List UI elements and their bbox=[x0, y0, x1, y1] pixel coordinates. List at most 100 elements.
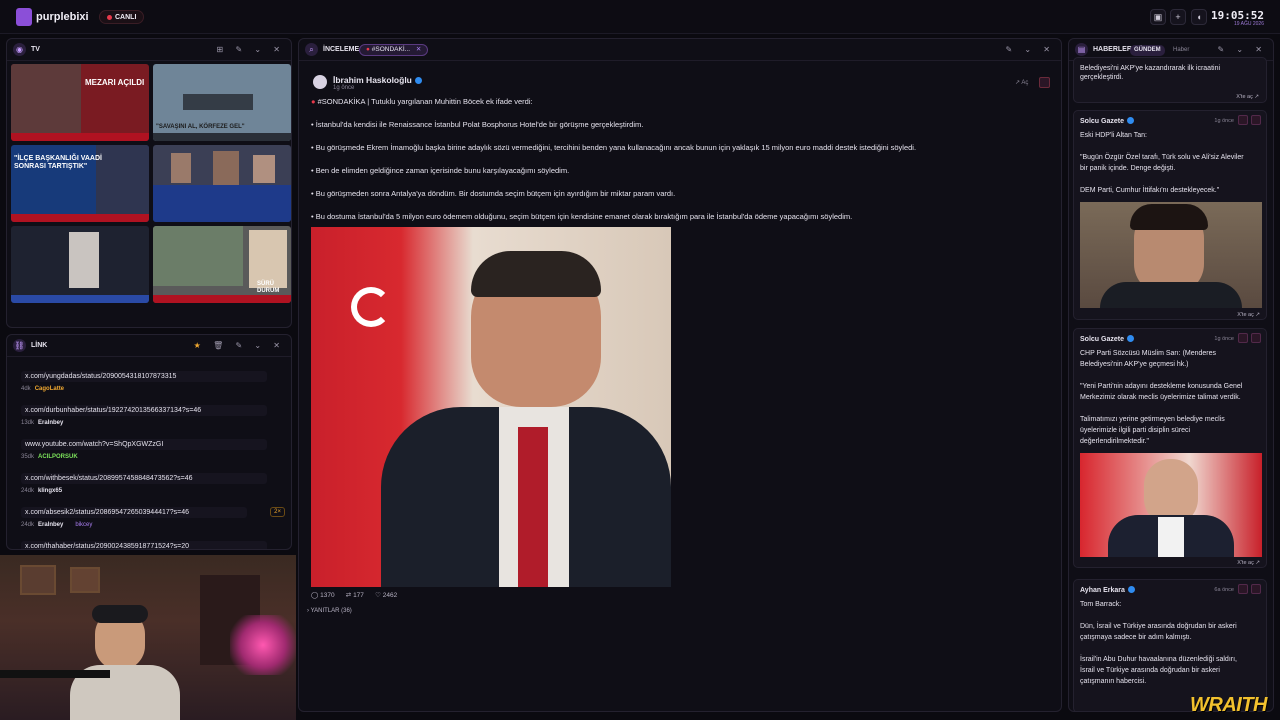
tv-feed-caption: MEZARI AÇILDI bbox=[85, 78, 145, 87]
replies-count[interactable]: ◯ 1370 bbox=[311, 592, 335, 599]
haberler-panel: ▤ HABERLER GÜNDEM Haber ✎ ⌄ ✕ Belediyesi… bbox=[1068, 38, 1274, 712]
news-icon: ▤ bbox=[1075, 43, 1088, 56]
news-line: Talimatımızı yerine getirmeyen belediye … bbox=[1080, 416, 1225, 423]
news-line: Dün, İsrail ve Türkiye arasında doğrudan… bbox=[1080, 623, 1237, 630]
news-line: gerçekleştirdi. bbox=[1080, 74, 1124, 81]
flag-icon[interactable] bbox=[1251, 584, 1261, 594]
tv-panel-title: TV bbox=[31, 46, 40, 53]
link-icon: ⛓ bbox=[13, 339, 26, 352]
news-line: "Yeni Parti'nin adayını destekleme konus… bbox=[1080, 383, 1243, 390]
link-user: Eralnbey bbox=[38, 420, 64, 426]
haberler-panel-title: HABERLER bbox=[1093, 46, 1132, 53]
tv-feed-3[interactable]: "İLÇE BAŞKANLIĞI VAADİ SONRASI TARTIŞTIK… bbox=[11, 145, 149, 222]
tv-feed-caption: "SAVAŞINI AL, KÖRFEZE GEL" bbox=[156, 124, 245, 130]
link-panel: ⛓ LİNK ★ 🗑 ✎ ⌄ ✕ x.com/yungdadas/status/… bbox=[6, 334, 292, 550]
link-extra-user: bikcey bbox=[75, 522, 93, 528]
flag-icon[interactable] bbox=[1251, 333, 1261, 343]
close-icon: ✕ bbox=[415, 46, 422, 53]
tab-gundem[interactable]: GÜNDEM bbox=[1130, 45, 1165, 56]
tv-panel-header: ◉ TV ⊞ ✎ ⌄ ✕ bbox=[7, 39, 291, 61]
inceleme-panel-controls[interactable]: ✎ ⌄ ✕ bbox=[1005, 45, 1055, 54]
link-url[interactable]: x.com/thahaber/status/209002438591877152… bbox=[21, 541, 267, 549]
news-image[interactable] bbox=[1080, 453, 1262, 557]
link-item[interactable]: x.com/durbunhaber/status/192274201356633… bbox=[15, 402, 291, 432]
link-url[interactable]: x.com/withbesek/status/20899574588484735… bbox=[21, 473, 267, 484]
link-url[interactable]: www.youtube.com/watch?v=ShQpXGWZzGI bbox=[21, 439, 267, 450]
post-line: • Bu görüşmeden sonra Antalya'ya döndüm.… bbox=[311, 189, 676, 198]
avatar[interactable] bbox=[313, 75, 327, 89]
news-source[interactable]: Solcu Gazete bbox=[1080, 117, 1134, 125]
verified-icon bbox=[1126, 335, 1134, 342]
plus-icon[interactable]: + bbox=[1170, 9, 1186, 25]
image-icon[interactable]: ▣ bbox=[1150, 9, 1166, 25]
news-card: Ayhan Erkara 6a önce Tom Barrack: Dün, İ… bbox=[1073, 579, 1267, 711]
news-source[interactable]: Solcu Gazete bbox=[1080, 335, 1134, 343]
news-card: Solcu Gazete 1g önce Eski HDP'li Altan T… bbox=[1073, 110, 1267, 320]
live-dot-icon bbox=[107, 14, 112, 20]
news-image[interactable] bbox=[1080, 202, 1262, 308]
tv-feed-6[interactable]: SÜRÜ DURUM bbox=[153, 226, 291, 303]
open-link[interactable]: ↗ Aç bbox=[1015, 79, 1028, 86]
post-line: • Ben de elimden geldiğince zaman içeris… bbox=[311, 166, 570, 175]
link-item[interactable]: www.youtube.com/watch?v=ShQpXGWZzGI 35dk… bbox=[15, 436, 291, 466]
tv-feed-5[interactable] bbox=[11, 226, 149, 303]
news-line: üyelerimizle ilgili parti disiplin sürec… bbox=[1080, 427, 1191, 434]
post-time: 1g önce bbox=[333, 85, 355, 91]
bookmark-icon[interactable] bbox=[1238, 115, 1248, 125]
tag-chip[interactable]: ● #SONDAKİ... ✕ bbox=[359, 44, 429, 56]
link-user: ACILPORSUK bbox=[38, 454, 78, 460]
red-circle-icon: ● bbox=[311, 97, 318, 106]
likes-count[interactable]: ♡ 2462 bbox=[375, 592, 397, 599]
link-url[interactable]: x.com/absesik2/status/208695472650394441… bbox=[21, 507, 247, 518]
webcam-feed bbox=[0, 555, 296, 720]
link-item[interactable]: x.com/absesik2/status/208695472650394441… bbox=[15, 504, 291, 534]
top-bar: purplebixi CANLI ▣ + ◖ 19:05:52 19 AĞU 2… bbox=[0, 0, 1280, 34]
flag-icon[interactable] bbox=[1251, 115, 1261, 125]
link-item[interactable]: x.com/thahaber/status/209002438591877152… bbox=[15, 538, 291, 549]
link-item[interactable]: x.com/yungdadas/status/20900543181078733… bbox=[15, 368, 291, 398]
tv-feed-caption: "İLÇE BAŞKANLIĞI VAADİ SONRASI TARTIŞTIK… bbox=[14, 155, 102, 170]
news-line: Merkezimiz olarak meclis üyelerimize tal… bbox=[1080, 394, 1241, 401]
news-line: çatışmanın habercisi. bbox=[1080, 678, 1147, 685]
post-author[interactable]: İbrahim Haskoloğlu bbox=[333, 75, 422, 85]
news-time: 1g önce bbox=[1214, 118, 1234, 124]
live-label: CANLI bbox=[115, 13, 137, 21]
volume-icon[interactable]: ◖ bbox=[1191, 9, 1207, 25]
tv-panel-controls[interactable]: ⊞ ✎ ⌄ ✕ bbox=[217, 45, 285, 54]
link-item[interactable]: x.com/withbesek/status/20899574588484735… bbox=[15, 470, 291, 500]
tv-panel: ◉ TV ⊞ ✎ ⌄ ✕ MEZARI AÇILDI "SAVAŞINI AL,… bbox=[6, 38, 292, 328]
news-line: İsrail ve Türkiye arasında doğrudan bir … bbox=[1080, 667, 1220, 674]
tv-feed-4[interactable] bbox=[153, 145, 291, 222]
bookmark-icon[interactable] bbox=[1238, 333, 1248, 343]
link-url[interactable]: x.com/yungdadas/status/20900543181078733… bbox=[21, 371, 267, 382]
news-line: değerlendirilmektedir." bbox=[1080, 438, 1150, 445]
news-line: DEM Parti, Cumhur İttifakı'nı destekleye… bbox=[1080, 187, 1220, 194]
bookmark-icon[interactable] bbox=[1238, 584, 1248, 594]
link-url[interactable]: x.com/durbunhaber/status/192274201356633… bbox=[21, 405, 267, 416]
haberler-panel-controls[interactable]: ✎ ⌄ ✕ bbox=[1217, 45, 1267, 54]
link-user: CagoLatte bbox=[34, 386, 65, 392]
verified-icon bbox=[414, 77, 422, 84]
bookmark-icon[interactable] bbox=[1039, 77, 1050, 88]
link-panel-header: ⛓ LİNK ★ 🗑 ✎ ⌄ ✕ bbox=[7, 335, 291, 357]
news-line: Tom Barrack: bbox=[1080, 601, 1122, 608]
tv-feed-2[interactable]: "SAVAŞINI AL, KÖRFEZE GEL" bbox=[153, 64, 291, 141]
replies-toggle[interactable]: › YANITLAR (36) bbox=[307, 608, 352, 614]
news-source[interactable]: Ayhan Erkara bbox=[1080, 586, 1135, 594]
x-link[interactable]: X'te aç ↗ bbox=[1237, 560, 1260, 566]
news-line: Eski HDP'li Altan Tan: bbox=[1080, 132, 1147, 139]
x-link[interactable]: X'te aç ↗ bbox=[1236, 94, 1259, 100]
link-user: klingx65 bbox=[38, 488, 63, 494]
x-link[interactable]: X'te aç ↗ bbox=[1237, 312, 1260, 318]
retweets-count[interactable]: ⇄ 177 bbox=[346, 592, 364, 599]
news-line: bir panik içinde. Denge değişti. bbox=[1080, 165, 1176, 172]
inceleme-panel-header: ⌕ İNCELEME ● #SONDAKİ... ✕ ✎ ⌄ ✕ bbox=[299, 39, 1061, 61]
link-meta: 35dk ACILPORSUK bbox=[21, 454, 78, 460]
post-image[interactable] bbox=[311, 227, 671, 587]
news-line: Belediyesi'nin AKP'ye geçmesi hk.) bbox=[1080, 361, 1189, 368]
verified-icon bbox=[1127, 586, 1135, 593]
news-card: Solcu Gazete 1g önce CHP Parti Sözcüsü M… bbox=[1073, 328, 1267, 568]
tab-haber[interactable]: Haber bbox=[1173, 47, 1189, 53]
link-panel-controls[interactable]: ★ 🗑 ✎ ⌄ ✕ bbox=[194, 341, 285, 350]
tv-feed-1[interactable]: MEZARI AÇILDI bbox=[11, 64, 149, 141]
